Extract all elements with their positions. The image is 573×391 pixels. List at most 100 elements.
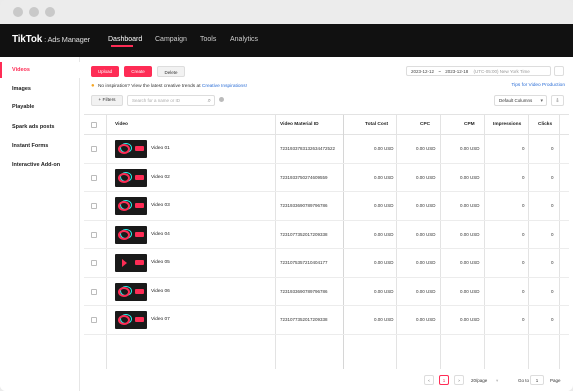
cpm-value: 0.00 USD [460, 203, 480, 208]
video-name[interactable]: Video 02 [151, 175, 170, 180]
nav-active-indicator [111, 45, 133, 47]
video-name[interactable]: Video 05 [151, 260, 170, 265]
table-row[interactable]: Video 01 7231933783132634472522 0.00 USD 0.… [84, 135, 569, 164]
banner-text: No inspiration? View the latest creative… [97, 84, 201, 89]
video-tips-link[interactable]: Tips for Video Production [511, 80, 565, 92]
close-dot-icon[interactable] [13, 7, 23, 17]
table-row[interactable]: Video 06 7231933690789796786 0.00 USD 0.00 … [84, 278, 569, 306]
impressions-value: 0 [522, 260, 525, 265]
table-row[interactable]: Video 07 7231077352017209338 0.00 USD 0.00 … [84, 306, 569, 335]
delete-button[interactable]: Delete [157, 66, 185, 77]
cpc-value: 0.00 USD [416, 203, 436, 208]
cpm-value: 0.00 USD [460, 174, 480, 180]
row-checkbox[interactable] [91, 174, 97, 181]
minimize-dot-icon[interactable] [29, 7, 39, 17]
main-content: Upload Create Delete 2023-12-12 ~ 2023-1… [84, 57, 569, 391]
cpm-value: 0.00 USD [460, 146, 480, 151]
row-checkbox[interactable] [91, 146, 97, 152]
sidebar-item-images[interactable]: Images [0, 81, 80, 97]
page-button-current[interactable]: 1 [439, 375, 449, 385]
sidebar: Videos Images Playable Spark ads posts I… [0, 57, 80, 391]
creative-inspirations-link[interactable]: Creative Inspirations! [202, 84, 247, 89]
video-material-id: 7231075357210404177 [280, 260, 328, 265]
video-thumbnail[interactable] [115, 254, 147, 272]
search-input[interactable]: Search for a name or ID ⌕ [127, 95, 215, 106]
sidebar-item-instant-forms[interactable]: Instant Forms [0, 138, 80, 154]
thumb-ring-pink [118, 172, 130, 183]
table-row[interactable]: Video 03 7231933690789796786 0.00 USD 0.00 … [84, 192, 569, 221]
header-cpm[interactable]: CPM [464, 115, 475, 135]
video-thumbnail[interactable] [115, 197, 147, 215]
table-row[interactable]: Video 02 7231933750274609559 0.00 USD 0.00 … [84, 164, 569, 192]
tiktok-ads-logo[interactable]: TikTok: Ads Manager [12, 34, 90, 45]
date-separator: ~ [438, 69, 441, 74]
header-clicks[interactable]: Clicks [538, 115, 552, 135]
video-name[interactable]: Video 04 [151, 232, 170, 237]
video-thumbnail[interactable] [115, 311, 147, 329]
video-thumbnail[interactable] [115, 225, 147, 244]
select-all-checkbox[interactable] [91, 122, 97, 128]
row-checkbox[interactable] [91, 231, 97, 238]
video-name[interactable]: Video 03 [151, 203, 170, 208]
row-checkbox[interactable] [91, 288, 97, 295]
table-row[interactable]: Video 05 7231075357210404177 0.00 USD 0.00 … [84, 249, 569, 278]
sidebar-item-spark-ads-posts[interactable]: Spark ads posts [0, 119, 80, 135]
export-icon[interactable]: ⇩ [551, 95, 564, 106]
impressions-value: 0 [522, 146, 525, 151]
date-range-picker[interactable]: 2023-12-12 ~ 2023-12-18 (UTC-05:00) New … [406, 66, 551, 76]
row-checkbox[interactable] [91, 203, 97, 209]
table-row[interactable]: Video 04 7231077352017209338 0.00 USD 0.00 … [84, 221, 569, 249]
video-material-id: 7231933750274609559 [280, 174, 328, 180]
header-total-cost[interactable]: Total Cost [365, 115, 388, 135]
thumb-ring-pink [118, 315, 130, 325]
video-thumbnail[interactable] [115, 168, 147, 187]
date-from: 2023-12-12 [411, 69, 435, 74]
clicks-value: 0 [551, 174, 554, 180]
next-page-button[interactable]: › [454, 375, 464, 385]
timezone-label: (UTC-05:00) New York Time [473, 69, 530, 74]
row-checkbox[interactable] [91, 317, 97, 323]
logo-subtitle: : Ads Manager [44, 35, 90, 44]
row-checkbox[interactable] [91, 260, 97, 266]
cpc-value: 0.00 USD [416, 317, 436, 322]
search-icon[interactable]: ⌕ [208, 96, 211, 106]
thumb-ring-pink [118, 286, 130, 297]
filters-button[interactable]: + Filters [91, 95, 123, 106]
thumb-ring-pink [118, 229, 130, 240]
video-name[interactable]: Video 01 [151, 146, 170, 151]
columns-select-value: Default Columns [499, 98, 533, 103]
thumb-banner [135, 203, 144, 208]
impressions-value: 0 [522, 288, 525, 294]
header-cpc[interactable]: CPC [420, 115, 430, 135]
impressions-value: 0 [522, 317, 525, 322]
thumb-ring-pink [118, 144, 130, 154]
nav-analytics[interactable]: Analytics [230, 36, 258, 43]
nav-dashboard[interactable]: Dashboard [108, 36, 142, 43]
nav-tools[interactable]: Tools [200, 36, 216, 43]
info-icon[interactable] [219, 97, 224, 102]
header-impressions[interactable]: Impressions [493, 115, 521, 135]
video-thumbnail[interactable] [115, 282, 147, 301]
sidebar-item-playable[interactable]: Playable [0, 99, 80, 115]
upload-button[interactable]: Upload [91, 66, 119, 77]
header-video[interactable]: Video [115, 115, 128, 135]
prev-page-button[interactable]: ‹ [424, 375, 434, 385]
goto-page-input[interactable]: 1 [530, 375, 544, 385]
create-button[interactable]: Create [124, 66, 152, 77]
nav-campaign[interactable]: Campaign [155, 36, 187, 43]
thumb-banner [135, 317, 144, 322]
video-name[interactable]: Video 07 [151, 317, 170, 322]
cpc-value: 0.00 USD [416, 260, 436, 265]
sidebar-item-videos[interactable]: Videos [0, 62, 80, 78]
page-size-select[interactable]: 20/page [471, 376, 487, 385]
header-material-id[interactable]: Video Material ID [280, 115, 319, 135]
clicks-value: 0 [551, 231, 554, 237]
video-thumbnail[interactable] [115, 140, 147, 158]
maximize-dot-icon[interactable] [45, 7, 55, 17]
calendar-icon[interactable] [554, 66, 564, 76]
impressions-value: 0 [522, 231, 525, 237]
sidebar-item-interactive-addon[interactable]: Interactive Add-on [0, 157, 80, 173]
columns-select[interactable]: Default Columns ▾ [494, 95, 547, 106]
ads-manager-app: TikTok: Ads Manager Dashboard Campaign T… [0, 24, 573, 391]
video-name[interactable]: Video 06 [151, 289, 170, 294]
